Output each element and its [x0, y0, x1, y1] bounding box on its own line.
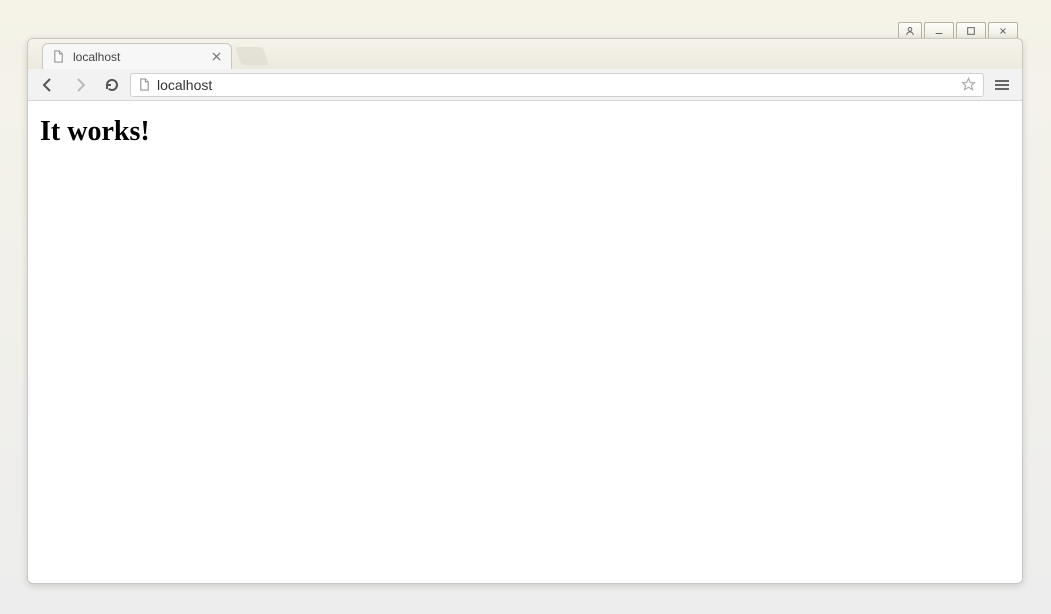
page-heading: It works! — [40, 116, 1010, 148]
close-icon[interactable] — [209, 50, 223, 64]
reload-button[interactable] — [98, 72, 126, 98]
url-text[interactable]: localhost — [157, 77, 953, 93]
menu-button[interactable] — [988, 72, 1016, 98]
file-icon — [137, 78, 151, 92]
page-content: It works! — [28, 101, 1022, 583]
new-tab-button[interactable] — [235, 47, 270, 65]
forward-button[interactable] — [66, 72, 94, 98]
hamburger-icon — [995, 78, 1009, 92]
browser-toolbar: localhost — [28, 69, 1022, 101]
back-button[interactable] — [34, 72, 62, 98]
address-bar[interactable]: localhost — [130, 73, 984, 97]
browser-window: localhost localhost — [27, 38, 1023, 584]
tab-title: localhost — [73, 50, 201, 64]
star-icon[interactable] — [959, 76, 977, 94]
tab-localhost[interactable]: localhost — [42, 43, 232, 69]
tab-strip: localhost — [28, 39, 1022, 69]
file-icon — [51, 50, 65, 64]
